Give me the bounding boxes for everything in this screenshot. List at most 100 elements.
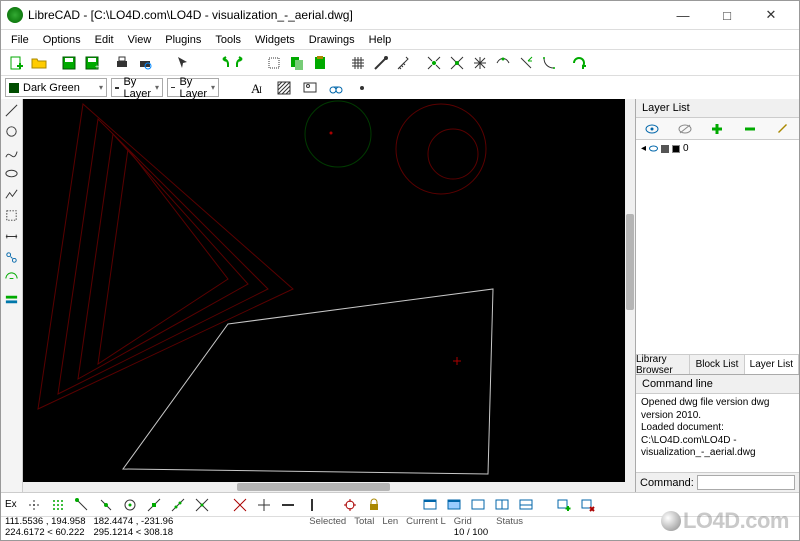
layer-toolbar (636, 118, 799, 140)
print-button[interactable] (111, 52, 133, 74)
vertical-scrollbar[interactable] (625, 99, 635, 482)
hatch-tool-button[interactable] (273, 77, 295, 99)
ellipse-tool[interactable] (3, 164, 21, 182)
redo-button[interactable] (233, 52, 255, 74)
command-output: Opened dwg file version dwg version 2010… (636, 394, 799, 472)
polyline-tool[interactable] (3, 185, 21, 203)
hide-all-icon[interactable] (676, 120, 694, 138)
win2-btn[interactable] (443, 494, 465, 516)
new-button[interactable] (5, 52, 27, 74)
snap-endpoint-button[interactable] (446, 52, 468, 74)
snap-end-btn[interactable] (71, 494, 93, 516)
menu-drawings[interactable]: Drawings (303, 33, 361, 47)
snap-mid-btn[interactable] (143, 494, 165, 516)
relzero-btn[interactable] (339, 494, 361, 516)
menu-options[interactable]: Options (37, 33, 87, 47)
show-all-icon[interactable] (643, 120, 661, 138)
win3-btn[interactable] (467, 494, 489, 516)
layer-list-title: Layer List (636, 99, 799, 118)
width-select[interactable]: By Layer▾ (111, 78, 163, 97)
restr-v-btn[interactable] (301, 494, 323, 516)
ex-label[interactable]: Ex (5, 499, 17, 510)
info-tool[interactable] (3, 269, 21, 287)
save-button[interactable] (58, 52, 80, 74)
cut-button[interactable] (263, 52, 285, 74)
menu-tools[interactable]: Tools (209, 33, 247, 47)
menu-plugins[interactable]: Plugins (159, 33, 207, 47)
snap-perp-button[interactable] (538, 52, 560, 74)
add-layer-icon[interactable] (708, 120, 726, 138)
win4-btn[interactable] (491, 494, 513, 516)
lockrel-btn[interactable] (363, 494, 385, 516)
close-button[interactable]: ✕ (749, 1, 793, 29)
curve-tool[interactable] (3, 143, 21, 161)
addwin-btn[interactable] (553, 494, 575, 516)
horizontal-scrollbar[interactable] (23, 482, 635, 492)
snap-mid-button[interactable] (469, 52, 491, 74)
main-toolbar: + (1, 49, 799, 75)
menu-view[interactable]: View (122, 33, 158, 47)
win5-btn[interactable] (515, 494, 537, 516)
minimize-button[interactable]: — (661, 1, 705, 29)
circle-tool[interactable] (3, 122, 21, 140)
linetype-select[interactable]: By Layer▾ (167, 78, 219, 97)
color-select[interactable]: Dark Green▾ (5, 78, 107, 97)
layer-name: 0 (683, 143, 689, 154)
snap-intersection-button[interactable] (515, 52, 537, 74)
tab-layer[interactable]: Layer List (745, 355, 799, 374)
closewin-btn[interactable] (577, 494, 599, 516)
saveas-button[interactable]: + (81, 52, 103, 74)
edit-layer-icon[interactable] (774, 120, 792, 138)
tab-library[interactable]: Library Browser (636, 355, 690, 374)
block-tool-button[interactable] (325, 77, 347, 99)
undo-button[interactable] (210, 52, 232, 74)
measure-button[interactable] (393, 52, 415, 74)
layer-row[interactable]: ◂ 0 (641, 143, 794, 154)
copy-button[interactable] (286, 52, 308, 74)
text-tool-button[interactable]: AI (247, 77, 269, 99)
snap-cen-btn[interactable] (119, 494, 141, 516)
panel-tabs: Library Browser Block List Layer List (636, 354, 799, 374)
restr-none-btn[interactable] (229, 494, 251, 516)
modify-tool[interactable] (3, 248, 21, 266)
window-title: LibreCAD - [C:\LO4D.com\LO4D - visualiza… (28, 8, 661, 22)
point-tool-button[interactable] (351, 77, 373, 99)
app-icon (7, 7, 23, 23)
snap-center-button[interactable] (492, 52, 514, 74)
refresh-button[interactable] (568, 52, 590, 74)
pointer-button[interactable] (172, 52, 194, 74)
menu-file[interactable]: File (5, 33, 35, 47)
print-preview-button[interactable] (134, 52, 156, 74)
svg-text:+: + (95, 64, 99, 71)
restr-h-btn[interactable] (277, 494, 299, 516)
draft-button[interactable] (370, 52, 392, 74)
command-input-row: Command: (636, 472, 799, 492)
grid-button[interactable] (347, 52, 369, 74)
print-icon (661, 145, 669, 153)
snap-grid-btn[interactable] (47, 494, 69, 516)
win1-btn[interactable] (419, 494, 441, 516)
open-button[interactable] (28, 52, 50, 74)
snap-on-btn[interactable] (95, 494, 117, 516)
line-tool[interactable] (3, 101, 21, 119)
select-tool[interactable] (3, 206, 21, 224)
layer-tool[interactable] (3, 290, 21, 308)
drawing-canvas[interactable] (23, 99, 635, 492)
menu-edit[interactable]: Edit (89, 33, 120, 47)
snap-int-btn[interactable] (191, 494, 213, 516)
snap-free-btn[interactable] (23, 494, 45, 516)
paste-button[interactable] (309, 52, 331, 74)
snap-node-button[interactable] (423, 52, 445, 74)
dimension-tool[interactable] (3, 227, 21, 245)
layer-list[interactable]: ◂ 0 (636, 140, 799, 354)
tab-block[interactable]: Block List (690, 355, 744, 374)
maximize-button[interactable]: □ (705, 1, 749, 29)
menu-help[interactable]: Help (363, 33, 398, 47)
remove-layer-icon[interactable] (741, 120, 759, 138)
right-panel: Layer List ◂ 0 Library Browser Block Lis… (635, 99, 799, 492)
menu-widgets[interactable]: Widgets (249, 33, 301, 47)
image-tool-button[interactable] (299, 77, 321, 99)
restr-ortho-btn[interactable] (253, 494, 275, 516)
snap-dist-btn[interactable] (167, 494, 189, 516)
command-input[interactable] (697, 475, 795, 490)
